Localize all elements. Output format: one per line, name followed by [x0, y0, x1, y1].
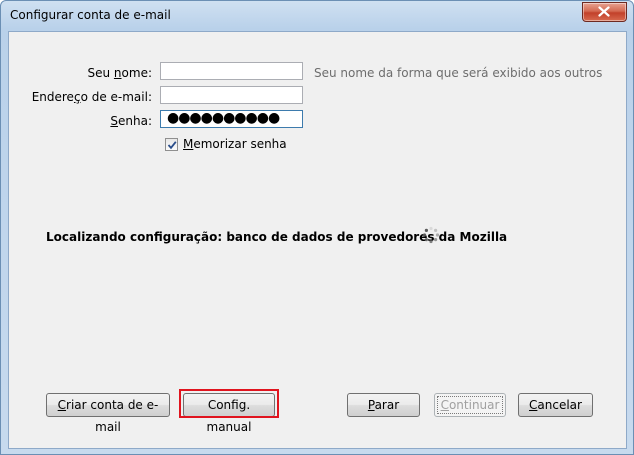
email-input[interactable] — [160, 86, 303, 104]
password-label: Senha: — [110, 114, 152, 128]
name-hint: Seu nome da forma que será exibido aos o… — [314, 66, 603, 80]
remember-password-checkbox[interactable] — [165, 138, 178, 151]
close-icon — [598, 6, 610, 17]
dialog-window: Configurar conta de e-mail Seu nome: Seu… — [0, 0, 634, 455]
cancel-button[interactable]: Cancelar — [518, 393, 593, 417]
manual-config-highlight — [179, 389, 279, 418]
password-value: ●●●●●●●●●● — [167, 110, 280, 126]
close-button[interactable] — [582, 2, 627, 22]
name-label: Seu nome: — [87, 66, 153, 80]
checkmark-icon — [167, 141, 177, 150]
title-bar[interactable]: Configurar conta de e-mail — [1, 1, 633, 31]
stop-button[interactable]: Parar — [347, 393, 420, 417]
continue-button[interactable]: Continuar — [434, 393, 506, 417]
name-input[interactable] — [160, 62, 303, 80]
remember-password-label[interactable]: Memorizar senha — [183, 137, 287, 151]
loading-spinner-icon — [422, 226, 440, 244]
create-account-button[interactable]: Criar conta de e-mail — [46, 393, 170, 434]
email-label: Endereço de e-mail: — [31, 90, 152, 104]
window-title: Configurar conta de e-mail — [10, 8, 171, 22]
dialog-content: Seu nome: Seu nome da forma que será exi… — [8, 31, 627, 449]
password-input[interactable]: ●●●●●●●●●● — [160, 110, 303, 128]
